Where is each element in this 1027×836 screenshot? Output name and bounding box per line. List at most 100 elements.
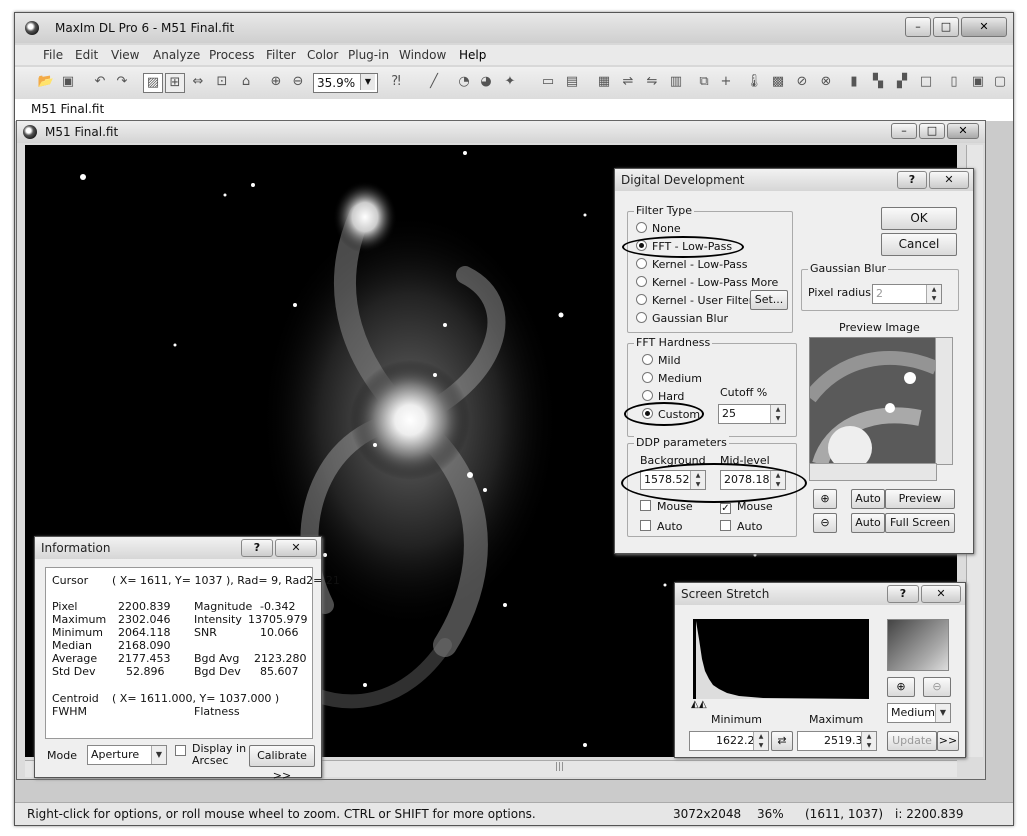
update-button[interactable]: Update: [887, 731, 937, 751]
title-bar[interactable]: MaxIm DL Pro 6 - M51 Final.fit – □ ✕: [15, 13, 1013, 43]
menu-view[interactable]: View: [111, 48, 139, 62]
chevron-down-icon[interactable]: ▼: [935, 704, 950, 722]
spin-arrows-icon[interactable]: ▲ ▼: [861, 732, 876, 750]
spin-arrows-icon[interactable]: ▲ ▼: [926, 285, 941, 303]
full-screen-button[interactable]: Full Screen: [885, 513, 955, 533]
info-title-bar[interactable]: Information ? ✕: [35, 537, 321, 559]
info-close-button[interactable]: ✕: [275, 539, 317, 557]
window-icon[interactable]: ▢: [991, 73, 1009, 91]
menu-file[interactable]: File: [43, 48, 63, 62]
tab-m51-final[interactable]: M51 Final.fit: [31, 102, 104, 116]
guide-icon[interactable]: ▞: [893, 73, 911, 91]
pixel-radius-input[interactable]: 2 ▲ ▼: [872, 284, 942, 304]
zoom-out-icon[interactable]: ⊖: [289, 73, 307, 91]
stretch-title-bar[interactable]: Screen Stretch ? ✕: [675, 583, 965, 605]
menu-plugin[interactable]: Plug-in: [348, 48, 389, 62]
menu-edit[interactable]: Edit: [75, 48, 98, 62]
filter-icon[interactable]: ▥: [667, 73, 685, 91]
preview-button[interactable]: Preview: [885, 489, 955, 509]
pan-icon[interactable]: ⇔: [189, 73, 207, 91]
stretch-help-button[interactable]: ?: [887, 585, 919, 603]
more-button[interactable]: >>: [937, 731, 959, 751]
save-icon[interactable]: ▣: [59, 73, 77, 91]
menu-analyze[interactable]: Analyze: [153, 48, 200, 62]
preview-zoom-in-icon[interactable]: ⊕: [813, 489, 837, 509]
minimize-button[interactable]: –: [905, 17, 931, 37]
midlevel-auto-checkbox[interactable]: Auto: [720, 520, 763, 533]
preview-vertical-scrollbar[interactable]: [935, 337, 953, 465]
stretch-zoom-out-icon[interactable]: ⊖: [923, 677, 951, 697]
image-window-title-bar[interactable]: M51 Final.fit – □ ✕: [17, 121, 985, 143]
square-icon[interactable]: □: [917, 73, 935, 91]
maximum-stretch-input[interactable]: 2519.3 ▲ ▼: [797, 731, 877, 751]
fullscreen-auto-button[interactable]: Auto: [851, 513, 885, 533]
image-minimize-button[interactable]: –: [891, 123, 917, 139]
stretch-zoom-in-icon[interactable]: ⊕: [887, 677, 915, 697]
crosshair-mode-icon[interactable]: ⊞: [165, 73, 185, 93]
stretch-mode-select[interactable]: Medium ▼: [887, 703, 951, 723]
ddp-close-button[interactable]: ✕: [929, 171, 969, 189]
stack-icon[interactable]: ▤: [563, 73, 581, 91]
chevron-down-icon[interactable]: ▼: [360, 74, 375, 90]
maximize-button[interactable]: □: [933, 17, 959, 37]
ddp-title-bar[interactable]: Digital Development ? ✕: [615, 169, 973, 191]
camera-icon[interactable]: ⌂: [237, 73, 255, 91]
ddp-help-button[interactable]: ?: [897, 171, 927, 189]
menu-process[interactable]: Process: [209, 48, 255, 62]
spin-arrows-icon[interactable]: ▲ ▼: [753, 732, 768, 750]
image-maximize-button[interactable]: □: [919, 123, 945, 139]
redo-icon[interactable]: ↷: [113, 73, 131, 91]
radio-mild[interactable]: Mild: [642, 354, 681, 367]
display-arcsec-checkbox[interactable]: Display in Arcsec: [175, 743, 255, 767]
undo-icon[interactable]: ↶: [91, 73, 109, 91]
cutoff-input[interactable]: 25 ▲ ▼: [718, 404, 786, 424]
graph-icon[interactable]: ▭: [539, 73, 557, 91]
telescope-icon[interactable]: ⊘: [793, 73, 811, 91]
radio-kernel-low-pass[interactable]: Kernel - Low-Pass: [636, 258, 748, 271]
plus-icon[interactable]: +: [717, 73, 735, 91]
cancel-button[interactable]: Cancel: [881, 233, 957, 256]
panel-icon[interactable]: ▯: [945, 73, 963, 91]
grid-icon[interactable]: ▩: [769, 73, 787, 91]
swap-icon[interactable]: ⇄: [771, 731, 793, 751]
histogram[interactable]: [693, 619, 869, 699]
preview-image[interactable]: [809, 337, 937, 465]
chevron-down-icon[interactable]: ▼: [151, 746, 166, 764]
min-slider-handle-icon[interactable]: ◭: [691, 699, 699, 710]
menu-window[interactable]: Window: [399, 48, 446, 62]
calibrate-button[interactable]: Calibrate >>: [249, 745, 315, 782]
ok-button[interactable]: OK: [881, 207, 957, 230]
color-icon[interactable]: ◕: [477, 73, 495, 91]
align-icon[interactable]: ⇌: [619, 73, 637, 91]
copy-icon[interactable]: ⧉: [695, 73, 713, 91]
radio-kernel-low-pass-more[interactable]: Kernel - Low-Pass More: [636, 276, 778, 289]
info-help-button[interactable]: ?: [241, 539, 273, 557]
mode-select[interactable]: Aperture ▼: [87, 745, 167, 765]
thermometer-icon[interactable]: 🌡: [745, 73, 763, 91]
menu-color[interactable]: Color: [307, 48, 338, 62]
image-mode-icon[interactable]: ▨: [143, 73, 163, 93]
radio-none[interactable]: None: [636, 222, 681, 235]
radio-gaussian-blur[interactable]: Gaussian Blur: [636, 312, 728, 325]
no-icon[interactable]: ⊗: [817, 73, 835, 91]
chart-icon[interactable]: ▮: [845, 73, 863, 91]
max-slider-handle-icon[interactable]: ◭: [699, 699, 707, 710]
minimum-stretch-input[interactable]: 1622.2 ▲ ▼: [689, 731, 769, 751]
zoom-in-icon[interactable]: ⊕: [267, 73, 285, 91]
monitor-icon[interactable]: ▣: [969, 73, 987, 91]
image-close-button[interactable]: ✕: [947, 123, 979, 139]
combine-icon[interactable]: ⇋: [643, 73, 661, 91]
radio-kernel-user-filter[interactable]: Kernel - User Filter: [636, 294, 753, 307]
open-icon[interactable]: 📂: [37, 73, 55, 91]
preview-zoom-out-icon[interactable]: ⊖: [813, 513, 837, 533]
menu-filter[interactable]: Filter: [266, 48, 296, 62]
stretch-close-button[interactable]: ✕: [921, 585, 961, 603]
preview-auto-button[interactable]: Auto: [851, 489, 885, 509]
calibrate-icon[interactable]: ▦: [595, 73, 613, 91]
focus-icon[interactable]: ▚: [869, 73, 887, 91]
lock-icon[interactable]: ⊡: [213, 73, 231, 91]
menu-help[interactable]: Help: [459, 48, 486, 62]
spin-arrows-icon[interactable]: ▲ ▼: [770, 405, 785, 423]
close-button[interactable]: ✕: [961, 17, 1007, 37]
background-auto-checkbox[interactable]: Auto: [640, 520, 683, 533]
